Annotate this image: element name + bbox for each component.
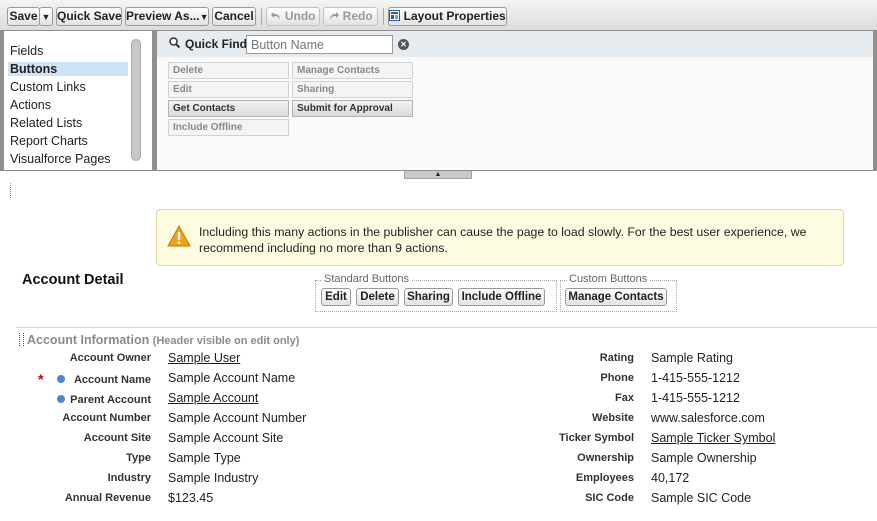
palette-button-delete[interactable]: Delete: [168, 62, 289, 79]
field-label-parent-account[interactable]: Parent Account: [21, 394, 151, 406]
custom-buttons-group: Custom Buttons Manage Contacts: [560, 273, 677, 312]
category-actions[interactable]: Actions: [10, 98, 51, 112]
field-label-account-number[interactable]: Account Number: [21, 412, 151, 424]
layout-properties-button[interactable]: Layout Properties: [388, 7, 507, 26]
edit-button[interactable]: Edit: [321, 288, 351, 306]
field-label-sic-code[interactable]: SIC Code: [494, 492, 634, 504]
field-label-ticker-symbol[interactable]: Ticker Symbol: [494, 432, 634, 444]
category-visualforce-pages[interactable]: Visualforce Pages: [10, 152, 111, 166]
field-value-rating[interactable]: Sample Rating: [651, 351, 733, 365]
section-header: Account Information (Header visible on e…: [27, 333, 299, 347]
toolbar-separator: [383, 8, 384, 25]
warning-text: Including this many actions in the publi…: [199, 225, 807, 255]
field-value-phone[interactable]: 1-415-555-1212: [651, 371, 740, 385]
palette-button-manage-contacts[interactable]: Manage Contacts: [292, 62, 413, 79]
palette-category-list: Fields Buttons Custom Links Actions Rela…: [4, 31, 152, 170]
undo-button[interactable]: Undo: [266, 7, 320, 26]
editor-toolbar: Save ▼ Quick Save Preview As...▼ Cancel …: [0, 0, 877, 31]
page-title: Account Detail: [22, 272, 124, 288]
palette-button-edit[interactable]: Edit: [168, 81, 289, 98]
field-label-annual-revenue[interactable]: Annual Revenue: [21, 492, 151, 504]
field-label-account-site[interactable]: Account Site: [21, 432, 151, 444]
include-offline-button[interactable]: Include Offline: [458, 288, 545, 306]
redo-button[interactable]: Redo: [323, 7, 378, 26]
field-value-employees[interactable]: 40,172: [651, 471, 689, 485]
preview-as-button[interactable]: Preview As...▼: [125, 7, 209, 26]
toolbar-separator: [261, 8, 262, 25]
field-value-account-site[interactable]: Sample Account Site: [168, 431, 283, 445]
publisher-warning-message: Including this many actions in the publi…: [156, 209, 844, 266]
field-palette: Fields Buttons Custom Links Actions Rela…: [0, 30, 877, 171]
quick-find-label: Quick Find: [185, 37, 248, 51]
chevron-down-icon: ▼: [199, 12, 209, 22]
section-subtitle: (Header visible on edit only): [152, 335, 300, 347]
quick-find-input[interactable]: [246, 35, 393, 54]
custom-buttons-label: Custom Buttons: [567, 273, 650, 285]
search-icon: [169, 37, 180, 48]
undo-icon: [270, 12, 280, 20]
redo-label: Redo: [342, 9, 373, 23]
preview-as-label: Preview As...: [126, 9, 200, 23]
sharing-button[interactable]: Sharing: [404, 288, 453, 306]
field-label-industry[interactable]: Industry: [21, 472, 151, 484]
field-value-parent-account[interactable]: Sample Account: [168, 391, 258, 405]
palette-button-get-contacts[interactable]: Get Contacts: [168, 100, 289, 117]
field-value-ticker-symbol[interactable]: Sample Ticker Symbol: [651, 431, 775, 445]
palette-items-panel: Quick Find ✕ Delete Manage Contacts Edit…: [157, 31, 873, 170]
field-value-account-owner[interactable]: Sample User: [168, 351, 240, 365]
category-custom-links[interactable]: Custom Links: [10, 80, 86, 94]
field-value-annual-revenue[interactable]: $123.45: [168, 491, 213, 505]
field-value-sic-code[interactable]: Sample SIC Code: [651, 491, 751, 505]
standard-buttons-label: Standard Buttons: [322, 273, 412, 285]
field-label-account-name[interactable]: Account Name: [21, 374, 151, 386]
field-label-website[interactable]: Website: [494, 412, 634, 424]
category-report-charts[interactable]: Report Charts: [10, 134, 88, 148]
undo-label: Undo: [284, 9, 316, 23]
field-label-phone[interactable]: Phone: [494, 372, 634, 384]
drag-handle-icon[interactable]: [19, 333, 24, 346]
manage-contacts-button[interactable]: Manage Contacts: [565, 288, 667, 306]
field-label-ownership[interactable]: Ownership: [494, 452, 634, 464]
warning-icon: [167, 225, 191, 247]
section-title: Account Information: [27, 333, 150, 347]
field-value-website[interactable]: www.salesforce.com: [651, 411, 765, 425]
save-dropdown-button[interactable]: ▼: [39, 7, 53, 26]
field-value-account-number[interactable]: Sample Account Number: [168, 411, 306, 425]
cancel-button[interactable]: Cancel: [212, 7, 256, 26]
quick-save-button[interactable]: Quick Save: [56, 7, 122, 26]
field-value-fax[interactable]: 1-415-555-1212: [651, 391, 740, 405]
palette-button-submit-for-approval[interactable]: Submit for Approval: [292, 100, 413, 117]
layout-properties-label: Layout Properties: [403, 9, 506, 23]
standard-buttons-group: Standard Buttons Edit Delete Sharing Inc…: [315, 273, 557, 312]
palette-button-include-offline[interactable]: Include Offline: [168, 119, 289, 136]
field-value-type[interactable]: Sample Type: [168, 451, 241, 465]
field-label-account-owner[interactable]: Account Owner: [21, 352, 151, 364]
field-label-type[interactable]: Type: [21, 452, 151, 464]
field-value-industry[interactable]: Sample Industry: [168, 471, 258, 485]
save-button[interactable]: Save: [7, 7, 40, 26]
quick-find-bar: Quick Find ✕: [157, 31, 873, 57]
section-divider: [16, 327, 877, 328]
field-value-account-name[interactable]: Sample Account Name: [168, 371, 295, 385]
category-related-lists[interactable]: Related Lists: [10, 116, 82, 130]
field-label-rating[interactable]: Rating: [494, 352, 634, 364]
field-label-employees[interactable]: Employees: [494, 472, 634, 484]
category-buttons[interactable]: Buttons: [8, 62, 128, 76]
layout-properties-icon: [389, 10, 401, 21]
delete-button[interactable]: Delete: [356, 288, 399, 306]
field-value-ownership[interactable]: Sample Ownership: [651, 451, 757, 465]
palette-button-sharing[interactable]: Sharing: [292, 81, 413, 98]
category-fields[interactable]: Fields: [10, 44, 43, 58]
category-scrollbar[interactable]: [131, 39, 141, 161]
redo-icon: [330, 12, 340, 20]
collapse-arrow-icon[interactable]: ▲: [404, 171, 472, 179]
layout-drop-zone-edge: [10, 183, 11, 198]
chevron-down-icon: ▼: [41, 12, 51, 22]
field-label-fax[interactable]: Fax: [494, 392, 634, 404]
clear-icon[interactable]: ✕: [398, 39, 409, 50]
